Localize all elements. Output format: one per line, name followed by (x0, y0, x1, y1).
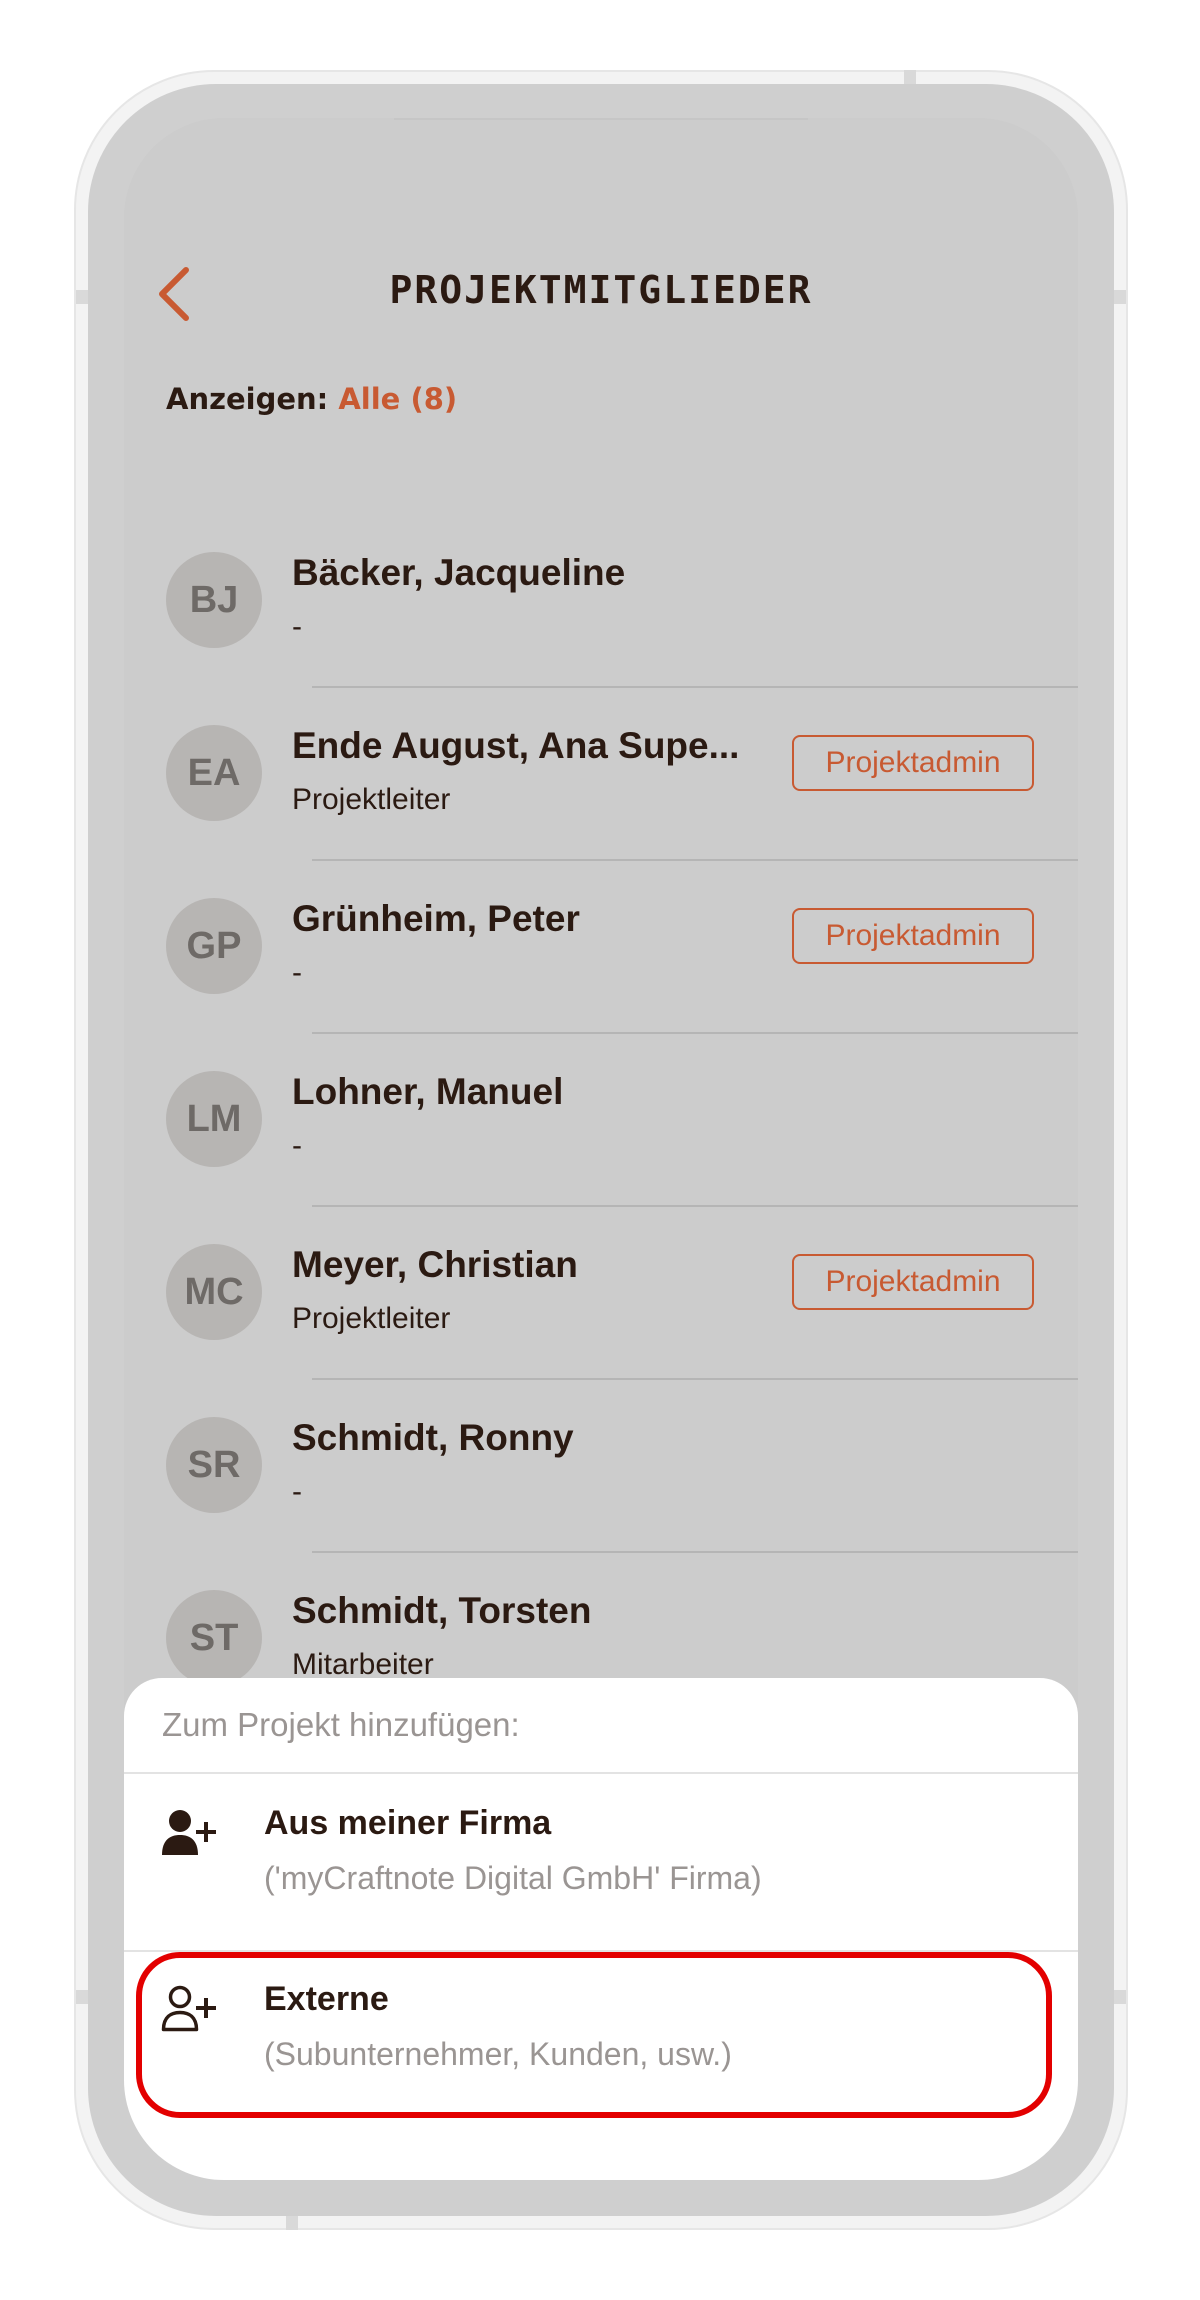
avatar: BJ (166, 552, 262, 648)
avatar: GP (166, 898, 262, 994)
option-subtitle: ('myCraftnote Digital GmbH' Firma) (264, 1860, 762, 1896)
member-role: Projektleiter (292, 783, 451, 816)
sheet-title: Zum Projekt hinzufügen: (162, 1706, 520, 1743)
divider (312, 1205, 1078, 1207)
app-screen: PROJEKTMITGLIEDER Anzeigen: Alle (8) BJ … (124, 118, 1078, 2180)
notch (394, 118, 808, 120)
phone-side-button (1112, 1990, 1126, 2004)
member-name: Schmidt, Ronny (292, 1417, 574, 1458)
avatar: LM (166, 1071, 262, 1167)
member-row[interactable]: SR Schmidt, Ronny - (124, 1417, 1078, 1590)
member-name: Lohner, Manuel (292, 1071, 564, 1112)
member-name: Ende August, Ana Supe... (292, 725, 740, 766)
add-to-project-sheet: Zum Projekt hinzufügen: Aus meiner Firma… (124, 1678, 1078, 2180)
add-from-company-option[interactable]: Aus meiner Firma ('myCraftnote Digital G… (124, 1774, 1078, 1948)
add-user-outline-icon (161, 1985, 216, 2032)
highlight-box (136, 1952, 1052, 2118)
divider (312, 1378, 1078, 1380)
member-name: Meyer, Christian (292, 1244, 578, 1285)
avatar: SR (166, 1417, 262, 1513)
member-role: - (292, 1129, 302, 1162)
phone-side-button (76, 290, 88, 304)
member-row[interactable]: BJ Bäcker, Jacqueline - (124, 552, 1078, 725)
filter-value[interactable]: Alle (8) (338, 382, 457, 416)
member-row[interactable]: MC Meyer, Christian Projektleiter Projek… (124, 1244, 1078, 1417)
member-name: Bäcker, Jacqueline (292, 552, 626, 593)
avatar: EA (166, 725, 262, 821)
member-role: Mitarbeiter (292, 1648, 434, 1681)
phone-side-button (76, 1990, 88, 2004)
divider (312, 1032, 1078, 1034)
member-role: - (292, 1475, 302, 1508)
member-row[interactable]: EA Ende August, Ana Supe... Projektleite… (124, 725, 1078, 898)
divider (312, 1551, 1078, 1553)
project-admin-badge: Projektadmin (792, 735, 1034, 791)
option-title: Externe (264, 1980, 389, 2018)
option-title: Aus meiner Firma (264, 1804, 552, 1842)
add-external-option[interactable]: Externe (Subunternehmer, Kunden, usw.) (124, 1950, 1078, 2124)
phone-side-button (286, 2216, 298, 2230)
avatar: MC (166, 1244, 262, 1340)
member-row[interactable]: LM Lohner, Manuel - (124, 1071, 1078, 1244)
add-user-icon (162, 1810, 216, 1855)
project-admin-badge: Projektadmin (792, 908, 1034, 964)
phone-side-button (904, 70, 916, 84)
member-name: Grünheim, Peter (292, 898, 580, 939)
member-role: Projektleiter (292, 1302, 451, 1335)
member-list: BJ Bäcker, Jacqueline - EA Ende August, … (124, 552, 1078, 1763)
phone-side-button (1112, 290, 1126, 304)
filter-selector[interactable]: Anzeigen: Alle (8) (166, 382, 457, 416)
member-role: - (292, 956, 302, 989)
member-row[interactable]: GP Grünheim, Peter - Projektadmin (124, 898, 1078, 1071)
option-subtitle: (Subunternehmer, Kunden, usw.) (264, 2036, 732, 2072)
page-title: PROJEKTMITGLIEDER (389, 268, 813, 312)
member-role: - (292, 610, 302, 643)
avatar: ST (166, 1590, 262, 1686)
divider (312, 686, 1078, 688)
project-admin-badge: Projektadmin (792, 1254, 1034, 1310)
filter-label: Anzeigen: (166, 382, 329, 416)
divider (312, 859, 1078, 861)
member-name: Schmidt, Torsten (292, 1590, 592, 1631)
